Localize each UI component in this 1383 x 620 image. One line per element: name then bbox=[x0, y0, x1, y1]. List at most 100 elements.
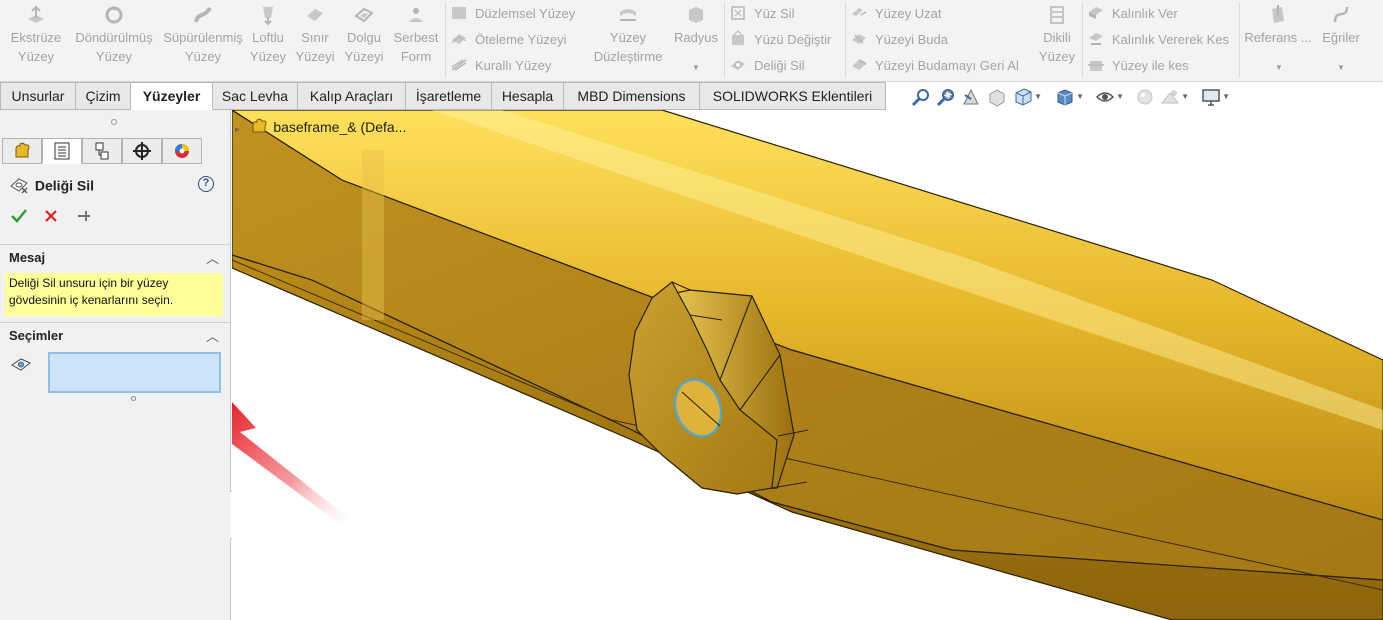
trim-surface-button[interactable]: Yüzeyi Buda bbox=[850, 29, 948, 51]
thicken-button[interactable]: Kalınlık Ver bbox=[1087, 3, 1178, 25]
edge-selection-list[interactable] bbox=[48, 352, 221, 393]
edge-selection-icon bbox=[10, 356, 32, 374]
delete-hole-feature-icon bbox=[9, 176, 31, 194]
hide-show-items-icon bbox=[1095, 92, 1115, 110]
hide-show-items-button[interactable]: ▼ bbox=[1095, 87, 1124, 110]
delete-face-button[interactable]: Yüz Sil bbox=[729, 3, 794, 25]
surface-flatten-button[interactable]: Yüzey Düzleştirme bbox=[588, 4, 668, 66]
zoom-to-fit-button[interactable] bbox=[911, 87, 931, 107]
collapse-chevron-icon[interactable]: ︿ bbox=[206, 246, 219, 272]
untrim-surface-icon bbox=[850, 56, 870, 74]
zoom-to-area-icon bbox=[936, 89, 956, 110]
section-view-button[interactable] bbox=[987, 87, 1007, 107]
reference-geometry-button[interactable]: Referans ... bbox=[1243, 4, 1313, 66]
display-manager-tab[interactable] bbox=[162, 138, 202, 164]
display-style-icon bbox=[1055, 89, 1075, 110]
cut-with-surface-button[interactable]: Yüzey ile kes bbox=[1087, 55, 1189, 77]
previous-view-button[interactable] bbox=[961, 87, 981, 107]
replace-face-icon bbox=[729, 30, 749, 48]
fillet-dropdown-caret[interactable]: ▼ bbox=[692, 63, 700, 72]
message-section-header[interactable]: Mesaj ︿ bbox=[0, 244, 230, 270]
fillet-button[interactable]: Radyus bbox=[671, 4, 721, 66]
dimxpert-manager-tab[interactable] bbox=[122, 138, 162, 164]
replace-face-button[interactable]: Yüzü Değiştir bbox=[729, 29, 831, 51]
display-style-button[interactable]: ▼ bbox=[1055, 87, 1084, 110]
swept-surface-icon bbox=[162, 4, 244, 28]
tab-mbd-dimensions[interactable]: MBD Dimensions bbox=[564, 82, 700, 110]
apply-scene-button[interactable]: ▼ bbox=[1160, 87, 1189, 107]
section-view-icon bbox=[987, 89, 1007, 110]
delete-hole-button[interactable]: Deliği Sil bbox=[729, 55, 805, 77]
thickened-cut-icon bbox=[1087, 30, 1107, 48]
edit-appearance-icon bbox=[1135, 89, 1155, 110]
extruded-surface-icon bbox=[6, 4, 66, 28]
lofted-surface-button[interactable]: Loftlu Yüzey bbox=[247, 4, 289, 66]
ruled-surface-button[interactable]: Dikili Yüzey bbox=[1034, 4, 1080, 66]
reference-geometry-icon bbox=[1243, 4, 1313, 28]
ok-icon[interactable] bbox=[10, 207, 28, 225]
swept-surface-button[interactable]: Süpürülenmiş Yüzey bbox=[162, 4, 244, 66]
reference-dropdown-caret[interactable]: ▼ bbox=[1275, 63, 1283, 72]
property-manager-tab[interactable] bbox=[42, 138, 82, 164]
feature-manager-tab[interactable] bbox=[2, 138, 42, 164]
tab-unsurlar[interactable]: Unsurlar bbox=[0, 82, 76, 110]
feature-tree-flyout[interactable]: ▸ baseframe_& (Defa... bbox=[235, 118, 406, 135]
ribbon-separator bbox=[1082, 2, 1083, 78]
view-orientation-button[interactable]: ▼ bbox=[1013, 87, 1042, 110]
command-manager-tabs: Unsurlar Çizim Yüzeyler Sac Levha Kalıp … bbox=[0, 82, 1383, 110]
panel-splitter-handle[interactable] bbox=[111, 119, 117, 125]
help-icon[interactable]: ? bbox=[198, 176, 214, 192]
zoom-to-area-button[interactable] bbox=[936, 87, 956, 107]
dimxpert-manager-icon bbox=[132, 142, 152, 164]
planar-surface-button[interactable]: Düzlemsel Yüzey bbox=[450, 3, 575, 25]
fillet-icon bbox=[671, 4, 721, 28]
extruded-surface-button[interactable]: Ekstrüze Yüzey bbox=[6, 4, 66, 66]
freeform-icon bbox=[391, 4, 441, 28]
tab-kalip-araclari[interactable]: Kalıp Araçları bbox=[298, 82, 406, 110]
tab-cizim[interactable]: Çizim bbox=[76, 82, 131, 110]
tab-sac-levha[interactable]: Sac Levha bbox=[213, 82, 298, 110]
offset-surface-icon bbox=[450, 30, 470, 48]
ribbon-separator bbox=[445, 2, 446, 78]
tab-hesapla[interactable]: Hesapla bbox=[492, 82, 564, 110]
offset-surface-button[interactable]: Öteleme Yüzeyi bbox=[450, 29, 567, 51]
curves-icon bbox=[1318, 4, 1364, 28]
boundary-surface-button[interactable]: Sınır Yüzeyi bbox=[293, 4, 337, 66]
tree-expand-icon[interactable]: ▸ bbox=[235, 124, 240, 134]
ruled-surface-icon bbox=[1034, 4, 1080, 28]
filled-surface-button[interactable]: Dolgu Yüzeyi bbox=[340, 4, 388, 66]
filled-surface-icon bbox=[340, 4, 388, 28]
curves-button[interactable]: Eğriler bbox=[1318, 4, 1364, 66]
cut-with-surface-icon bbox=[1087, 56, 1107, 74]
tab-yuzeyler[interactable]: Yüzeyler bbox=[131, 82, 213, 110]
untrim-surface-button[interactable]: Yüzeyi Budamayı Geri Al bbox=[850, 55, 1019, 77]
part-icon bbox=[251, 118, 269, 134]
ribbon-separator bbox=[724, 2, 725, 78]
view-settings-icon bbox=[1201, 89, 1221, 110]
tab-isaretleme[interactable]: İşaretleme bbox=[406, 82, 492, 110]
selections-section-header[interactable]: Seçimler ︿ bbox=[0, 322, 230, 348]
graphics-viewport[interactable]: ▸ baseframe_& (Defa... bbox=[232, 110, 1383, 620]
ruled-surface-small-button[interactable]: Kurallı Yüzey bbox=[450, 55, 551, 77]
property-manager-title: Deliği Sil bbox=[34, 177, 95, 194]
extend-surface-button[interactable]: Yüzey Uzat bbox=[850, 3, 941, 25]
pin-icon[interactable] bbox=[76, 208, 92, 224]
cancel-icon[interactable] bbox=[43, 208, 59, 224]
thickened-cut-button[interactable]: Kalınlık Vererek Kes bbox=[1087, 29, 1229, 51]
model-render[interactable] bbox=[232, 110, 1383, 620]
curves-dropdown-caret[interactable]: ▼ bbox=[1337, 63, 1345, 72]
list-resize-handle[interactable] bbox=[131, 396, 136, 401]
boundary-surface-icon bbox=[293, 4, 337, 28]
view-orientation-icon bbox=[1013, 88, 1033, 110]
collapse-chevron-icon[interactable]: ︿ bbox=[206, 324, 219, 350]
tree-root-label: baseframe_& (Defa... bbox=[273, 119, 407, 135]
edit-appearance-button[interactable] bbox=[1135, 87, 1155, 107]
extend-surface-icon bbox=[850, 4, 870, 22]
tab-solidworks-eklentileri[interactable]: SOLIDWORKS Eklentileri bbox=[700, 82, 886, 110]
view-settings-button[interactable]: ▼ bbox=[1201, 87, 1230, 110]
revolved-surface-button[interactable]: Döndürülmüş Yüzey bbox=[70, 4, 158, 66]
planar-surface-icon bbox=[450, 4, 470, 22]
property-manager-icon bbox=[52, 142, 72, 164]
freeform-button[interactable]: Serbest Form bbox=[391, 4, 441, 66]
configuration-manager-tab[interactable] bbox=[82, 138, 122, 164]
